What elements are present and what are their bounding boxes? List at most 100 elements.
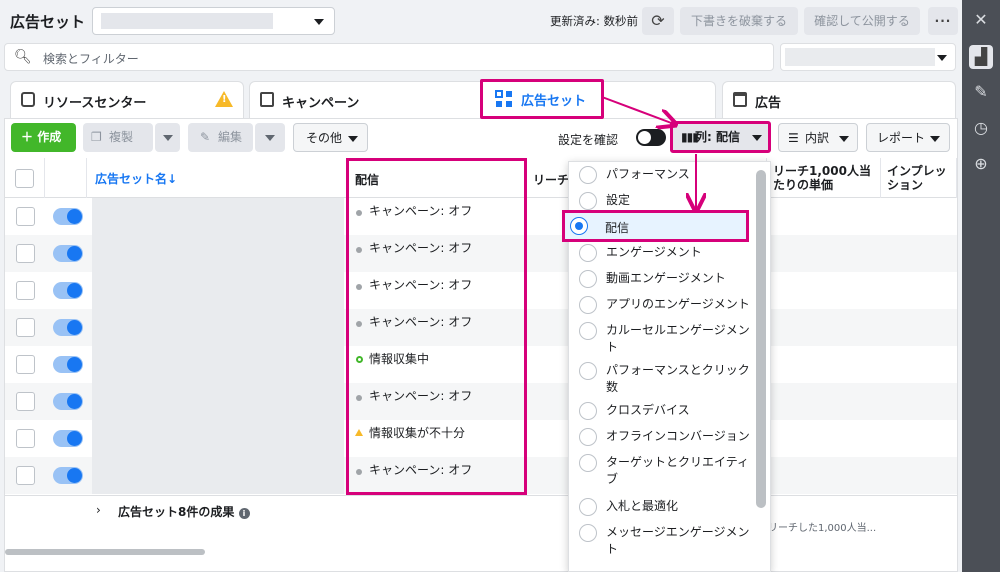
edit-dropdown[interactable] (255, 123, 285, 152)
radio-unselected[interactable] (579, 402, 597, 420)
row-checkbox[interactable] (16, 281, 35, 300)
radio-unselected[interactable] (579, 166, 597, 184)
select-all-checkbox[interactable] (15, 169, 34, 188)
radio-unselected[interactable] (579, 244, 597, 262)
tab-label: キャンペーン (282, 96, 360, 111)
chevron-down-icon (839, 136, 849, 142)
folder-icon (260, 92, 274, 107)
tab-resource-center[interactable]: リソースセンター ! (10, 81, 244, 119)
row-toggle[interactable] (53, 356, 83, 373)
radio-unselected[interactable] (579, 296, 597, 314)
tab-adset[interactable]: 広告セット (480, 79, 604, 119)
review-publish-button[interactable]: 確認して公開する (804, 7, 920, 35)
duplicate-dropdown[interactable] (155, 123, 180, 152)
row-toggle[interactable] (53, 245, 83, 262)
duplicate-label: 複製 (109, 130, 134, 144)
row-checkbox[interactable] (16, 207, 35, 226)
search-placeholder: 検索とフィルター (43, 52, 139, 66)
row-toggle[interactable] (53, 319, 83, 336)
row-toggle[interactable] (53, 282, 83, 299)
radio-unselected[interactable] (579, 524, 597, 542)
column-option-label: 入札と最適化 (606, 499, 679, 513)
column-header-reach-label: リーチ (533, 173, 570, 187)
column-header-cost-label: リーチ1,000人当たりの単価 (773, 164, 871, 192)
columns-label: 列: 配信 (695, 130, 740, 144)
row-checkbox[interactable] (16, 466, 35, 485)
column-header-impressions[interactable]: インプレッション (881, 158, 957, 198)
dropdown-scrollbar[interactable] (756, 170, 766, 508)
column-option-label: メッセージエンゲージメント (606, 525, 750, 556)
plus-icon: ＋ (21, 130, 38, 144)
date-range-select[interactable] (780, 43, 956, 71)
row-checkbox[interactable] (16, 392, 35, 411)
zoom-icon[interactable]: ⊕ (969, 152, 993, 176)
horizontal-scrollbar[interactable] (5, 549, 205, 555)
header-toggle-cell (45, 158, 87, 198)
summary-label: 広告セット8件の成果 i (118, 503, 250, 520)
ad-icon (733, 92, 747, 107)
column-option-label: カルーセルエンゲージメント (606, 323, 750, 354)
edit-button[interactable]: ✎ 編集 (188, 123, 253, 152)
row-toggle[interactable] (53, 208, 83, 225)
campaign-select-value (101, 13, 273, 29)
clock-icon[interactable]: ◷ (969, 116, 993, 140)
refresh-button[interactable]: ⟳ (642, 7, 674, 35)
row-toggle[interactable] (53, 430, 83, 447)
pencil-icon[interactable]: ✎ (969, 80, 993, 104)
column-option-label: アプリのエンゲージメント (606, 297, 750, 311)
other-button[interactable]: その他 (293, 123, 368, 152)
breakdown-icon: ☰ (788, 131, 799, 145)
column-header-cost-per-1000[interactable]: リーチ1,000人当たりの単価 (767, 158, 881, 198)
row-checkbox[interactable] (16, 318, 35, 337)
column-header-name[interactable]: 広告セット名↓ (87, 158, 347, 198)
column-option-label: エンゲージメント (606, 245, 702, 259)
column-option-delivery-selected[interactable]: 配信 (562, 210, 749, 242)
breakdown-button[interactable]: ☰ 内訳 (778, 123, 858, 152)
radio-selected[interactable] (570, 217, 588, 235)
report-button[interactable]: レポート (866, 123, 950, 152)
chevron-down-icon (163, 135, 173, 141)
close-icon[interactable]: ✕ (969, 8, 993, 32)
chevron-down-icon (930, 136, 940, 142)
chevron-right-icon[interactable]: › (96, 503, 101, 517)
campaign-select[interactable] (92, 7, 335, 35)
grid-icon (495, 90, 512, 107)
row-checkbox[interactable] (16, 429, 35, 448)
adset-name-placeholder (92, 198, 344, 494)
duplicate-button[interactable]: ❐ 複製 (83, 123, 153, 152)
radio-unselected[interactable] (579, 498, 597, 516)
radio-unselected[interactable] (579, 270, 597, 288)
row-toggle[interactable] (53, 467, 83, 484)
chart-icon[interactable]: ▟ (969, 45, 993, 69)
info-icon: i (238, 508, 250, 519)
search-input[interactable]: 🔍︎ 検索とフィルター (4, 43, 774, 71)
radio-unselected[interactable] (579, 192, 597, 210)
more-options-button[interactable]: ··· (928, 7, 958, 35)
row-checkbox[interactable] (16, 355, 35, 374)
columns-icon: ▮▮▮ (681, 130, 699, 144)
chevron-down-icon (752, 135, 762, 141)
edit-label: 編集 (218, 130, 243, 144)
column-option-label: ターゲットとクリエイティブ (606, 455, 750, 486)
report-label: レポート (877, 131, 926, 145)
columns-button[interactable]: ▮▮▮ 列: 配信 (670, 121, 771, 153)
discard-draft-button[interactable]: 下書きを破棄する (680, 7, 798, 35)
tab-label: 広告 (755, 96, 782, 111)
radio-unselected[interactable] (579, 362, 597, 380)
column-option-label: 配信 (605, 221, 630, 235)
radio-unselected[interactable] (579, 428, 597, 446)
column-option-label: パフォーマンス (606, 167, 690, 181)
create-label: 作成 (37, 130, 62, 144)
row-toggle[interactable] (53, 393, 83, 410)
tab-label: リソースセンター (43, 96, 147, 111)
row-checkbox[interactable] (16, 244, 35, 263)
updated-status: 更新済み: 数秒前 (550, 14, 639, 28)
tab-ad[interactable]: 広告 (722, 81, 956, 119)
page-title: 広告セット (10, 13, 86, 31)
create-button[interactable]: ＋ 作成 (11, 123, 76, 152)
radio-unselected[interactable] (579, 454, 597, 472)
radio-unselected[interactable] (579, 322, 597, 340)
check-settings-toggle[interactable] (636, 129, 666, 146)
copy-icon: ❐ (91, 130, 102, 144)
chevron-down-icon (348, 136, 358, 142)
